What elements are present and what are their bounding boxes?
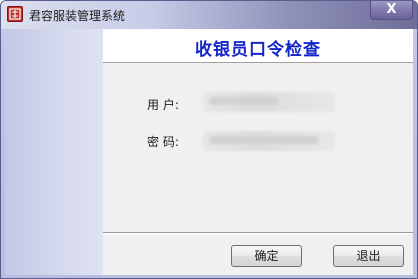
app-window: 君容服装管理系统 X 收银员口令检查 用 户: 密 码: 确定 退出: [0, 0, 418, 279]
user-field[interactable]: [203, 92, 335, 112]
dialog-header: 收银员口令检查: [103, 29, 413, 63]
window-title: 君容服装管理系统: [29, 9, 126, 23]
app-logo-icon: [7, 6, 23, 22]
close-icon: X: [386, 2, 397, 17]
dialog-title: 收银员口令检查: [195, 40, 321, 60]
title-bar: 君容服装管理系统 X: [1, 1, 417, 29]
close-button[interactable]: X: [370, 1, 413, 20]
password-label: 密 码:: [147, 135, 179, 149]
password-value-redacted: [209, 136, 319, 144]
side-panel: [5, 29, 103, 275]
password-field[interactable]: [203, 131, 335, 151]
user-value-redacted: [209, 97, 279, 105]
user-label: 用 户:: [147, 98, 179, 112]
footer-divider: [103, 232, 413, 234]
exit-button[interactable]: 退出: [333, 245, 404, 267]
ok-button[interactable]: 确定: [231, 245, 302, 267]
login-panel: 收银员口令检查 用 户: 密 码: 确定 退出: [103, 29, 413, 275]
